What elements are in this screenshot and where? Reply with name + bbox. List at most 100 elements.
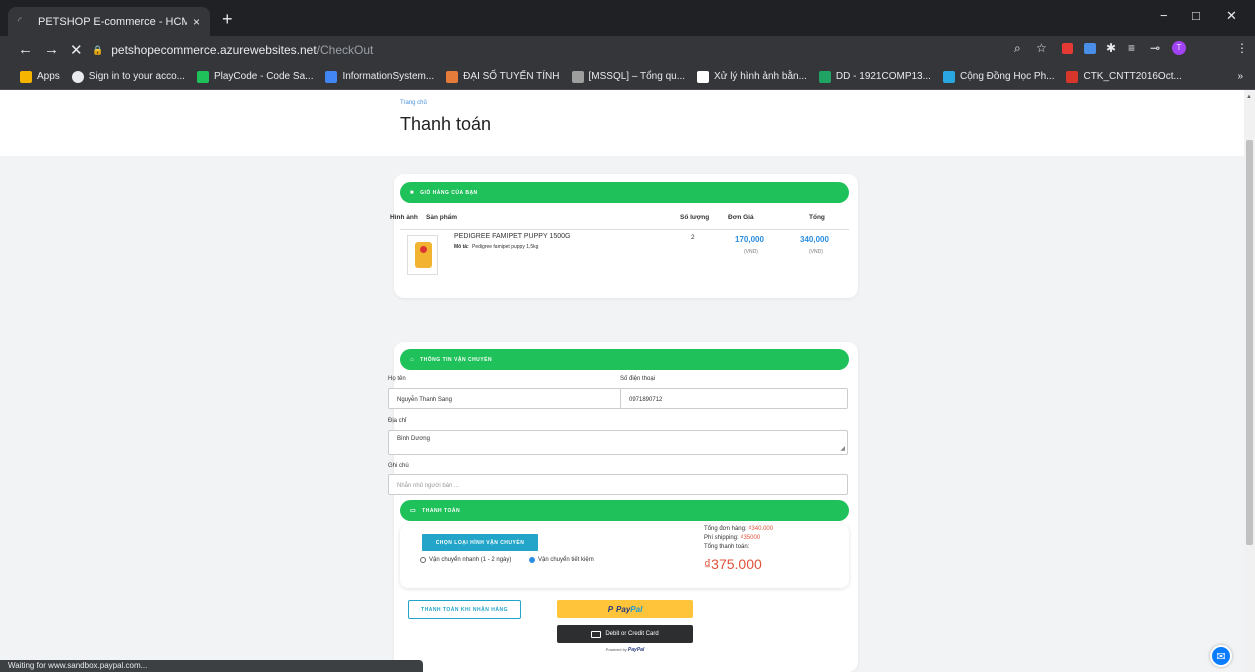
product-name: PEDIGREE FAMIPET PUPPY 1500G (454, 233, 571, 240)
breadcrumb[interactable]: Trang chủ (400, 100, 427, 106)
extension-icon[interactable] (1062, 43, 1073, 54)
radio-checked-icon (529, 557, 535, 563)
minimize-icon[interactable]: − (1160, 8, 1168, 23)
col-unit-price: Đơn Giá (728, 214, 754, 221)
unit-price: 170,000 (735, 235, 764, 244)
stop-icon[interactable]: ✕ (70, 41, 83, 59)
bookmark-favicon-icon (697, 70, 710, 83)
bookmark-favicon-icon (446, 70, 459, 83)
page-header: Trang chủ Thanh toán (0, 90, 1244, 156)
translate-icon[interactable] (1084, 43, 1096, 54)
note-label: Ghi chú (388, 463, 409, 469)
choose-shipping-button[interactable]: CHỌN LOẠI HÌNH VẬN CHUYỂN (422, 534, 538, 551)
shipping-section-bar: ⌂ THÔNG TIN VẬN CHUYỂN (400, 349, 849, 370)
forward-icon[interactable]: → (44, 41, 59, 58)
page-content: Trang chủ Thanh toán ■ GIỎ HÀNG CỦA BẠN H… (0, 90, 1244, 672)
paypal-button[interactable]: P Pay Pal (557, 600, 693, 618)
loading-icon: ◜ (18, 15, 22, 27)
menu-icon[interactable]: ⋮ (1236, 41, 1248, 55)
bookmark-item[interactable]: [MSSQL] – Tổng qu... (571, 70, 685, 83)
address-textarea[interactable]: Bình Dương ◢ (388, 430, 848, 455)
card-payment-button[interactable]: Debit or Credit Card (557, 625, 693, 643)
order-total-value: ₫340.000 (748, 526, 774, 532)
messenger-icon[interactable]: ✉ (1210, 645, 1232, 667)
url-input[interactable]: 🔒 petshopecommerce.azurewebsites.net/Che… (92, 40, 1062, 60)
bookmark-item[interactable]: PlayCode - Code Sa... (196, 70, 313, 83)
new-tab-button[interactable]: + (222, 9, 233, 30)
url-path: /CheckOut (316, 43, 374, 57)
row-total-currency: (VND) (809, 249, 823, 255)
paypal-logo-icon: P (607, 604, 614, 614)
product-quantity: 2 (691, 234, 695, 241)
bookmark-item[interactable]: CTK_CNTT2016Oct... (1066, 70, 1182, 83)
radio-saving-shipping[interactable]: Vận chuyển tiết kiệm (529, 557, 594, 563)
bookmark-favicon-icon (196, 70, 209, 83)
product-note-value: Pedigree famipet puppy 1,5kg (472, 244, 539, 250)
bookmark-favicon-icon (571, 70, 584, 83)
powered-by-paypal: Powered by PayPal (605, 647, 645, 653)
payment-panel: CHỌN LOẠI HÌNH VẬN CHUYỂN Vận chuyển nha… (400, 524, 849, 588)
star-icon[interactable]: ☆ (1036, 41, 1047, 55)
card-icon: ▭ (410, 508, 417, 514)
puzzle-icon[interactable]: ✱ (1106, 41, 1116, 55)
col-product: Sản phẩm (426, 214, 458, 221)
order-total-line: Tổng đơn hàng: ₫340.000 (704, 526, 774, 532)
cart-card: ■ GIỎ HÀNG CỦA BẠN Hình ảnh Sản phẩm Số l… (390, 174, 858, 298)
lock-icon: 🔒 (92, 44, 104, 55)
drive-icon (325, 70, 338, 83)
bookmark-item[interactable]: Apps (20, 70, 60, 83)
zoom-icon[interactable]: ⌕ (1014, 41, 1021, 56)
resize-grip-icon[interactable]: ◢ (840, 445, 845, 452)
radio-icon (420, 557, 426, 563)
maximize-icon[interactable]: □ (1192, 8, 1200, 23)
bookmark-favicon-icon (942, 70, 955, 83)
radio-fast-shipping[interactable]: Vận chuyển nhanh (1 - 2 ngày) (420, 557, 511, 563)
col-image: Hình ảnh (390, 214, 418, 221)
pdf-icon (1066, 70, 1079, 83)
page-title: Thanh toán (400, 114, 492, 134)
shipping-card: ⌂ THÔNG TIN VẬN CHUYỂN Họ tên Nguyễn Than… (388, 342, 858, 672)
product-image (407, 235, 438, 275)
tab-title: PETSHOP E-commerce - HCMUE (38, 15, 187, 28)
tab-close-icon[interactable]: × (193, 15, 200, 29)
bookmark-item[interactable]: Cộng Đồng Học Ph... (942, 70, 1054, 83)
bookmark-item[interactable]: Sign in to your acco... (71, 70, 185, 83)
close-window-icon[interactable]: ✕ (1226, 8, 1237, 24)
table-divider (400, 229, 849, 230)
bookmark-favicon-icon (71, 70, 84, 83)
bookmark-item[interactable]: DD - 1921COMP13... (818, 70, 931, 83)
unit-price-currency: (VND) (744, 249, 758, 255)
credit-card-icon (591, 630, 602, 638)
row-total: 340,000 (800, 235, 829, 244)
col-quantity: Số lượng (680, 214, 710, 221)
url-host: petshopecommerce.azurewebsites.net (111, 43, 317, 57)
cart-icon: ■ (410, 189, 415, 196)
phone-label: Số điện thoại (620, 376, 656, 382)
key-icon[interactable]: ⊸ (1150, 41, 1160, 55)
phone-input[interactable]: 0971890712 (620, 388, 848, 409)
shipping-fee-line: Phí shipping: ₫35000 (704, 535, 761, 541)
apps-grid-icon (20, 70, 32, 83)
note-input[interactable]: Nhắn nhủ người bán ... (388, 474, 848, 495)
browser-tab[interactable]: ◜ PETSHOP E-commerce - HCMUE × (8, 7, 210, 36)
page-scrollbar[interactable]: ▲ (1244, 90, 1255, 672)
bookmark-item[interactable]: InformationSystem... (325, 70, 434, 83)
bookmark-item[interactable]: Xử lý hình ảnh bằn... (697, 70, 807, 83)
home-icon: ⌂ (410, 356, 415, 363)
name-input[interactable]: Nguyễn Thanh Sang (388, 388, 622, 409)
grand-total-value: ₫375.000 (704, 556, 762, 572)
bookmark-item[interactable]: ĐẠI SỐ TUYẾN TÍNH (446, 70, 560, 83)
reading-list-icon[interactable]: ≡ (1128, 41, 1135, 55)
profile-avatar[interactable]: T (1172, 41, 1186, 55)
scroll-up-icon[interactable]: ▲ (1246, 94, 1252, 100)
browser-tab-strip: ◜ PETSHOP E-commerce - HCMUE × + − □ ✕ (0, 0, 1255, 36)
address-value: Bình Dương (397, 436, 430, 442)
status-bar: Waiting for www.sandbox.paypal.com... (0, 660, 423, 672)
col-total: Tổng (809, 214, 825, 221)
bookmarks-overflow-icon[interactable]: » (1237, 71, 1243, 82)
cart-section-bar: ■ GIỎ HÀNG CỦA BẠN (400, 182, 849, 203)
back-icon[interactable]: ← (18, 41, 33, 58)
cod-button[interactable]: THANH TOÁN KHI NHẬN HÀNG (408, 600, 521, 619)
scrollbar-thumb[interactable] (1246, 140, 1253, 545)
grand-total-label: Tổng thanh toán: (704, 544, 750, 550)
